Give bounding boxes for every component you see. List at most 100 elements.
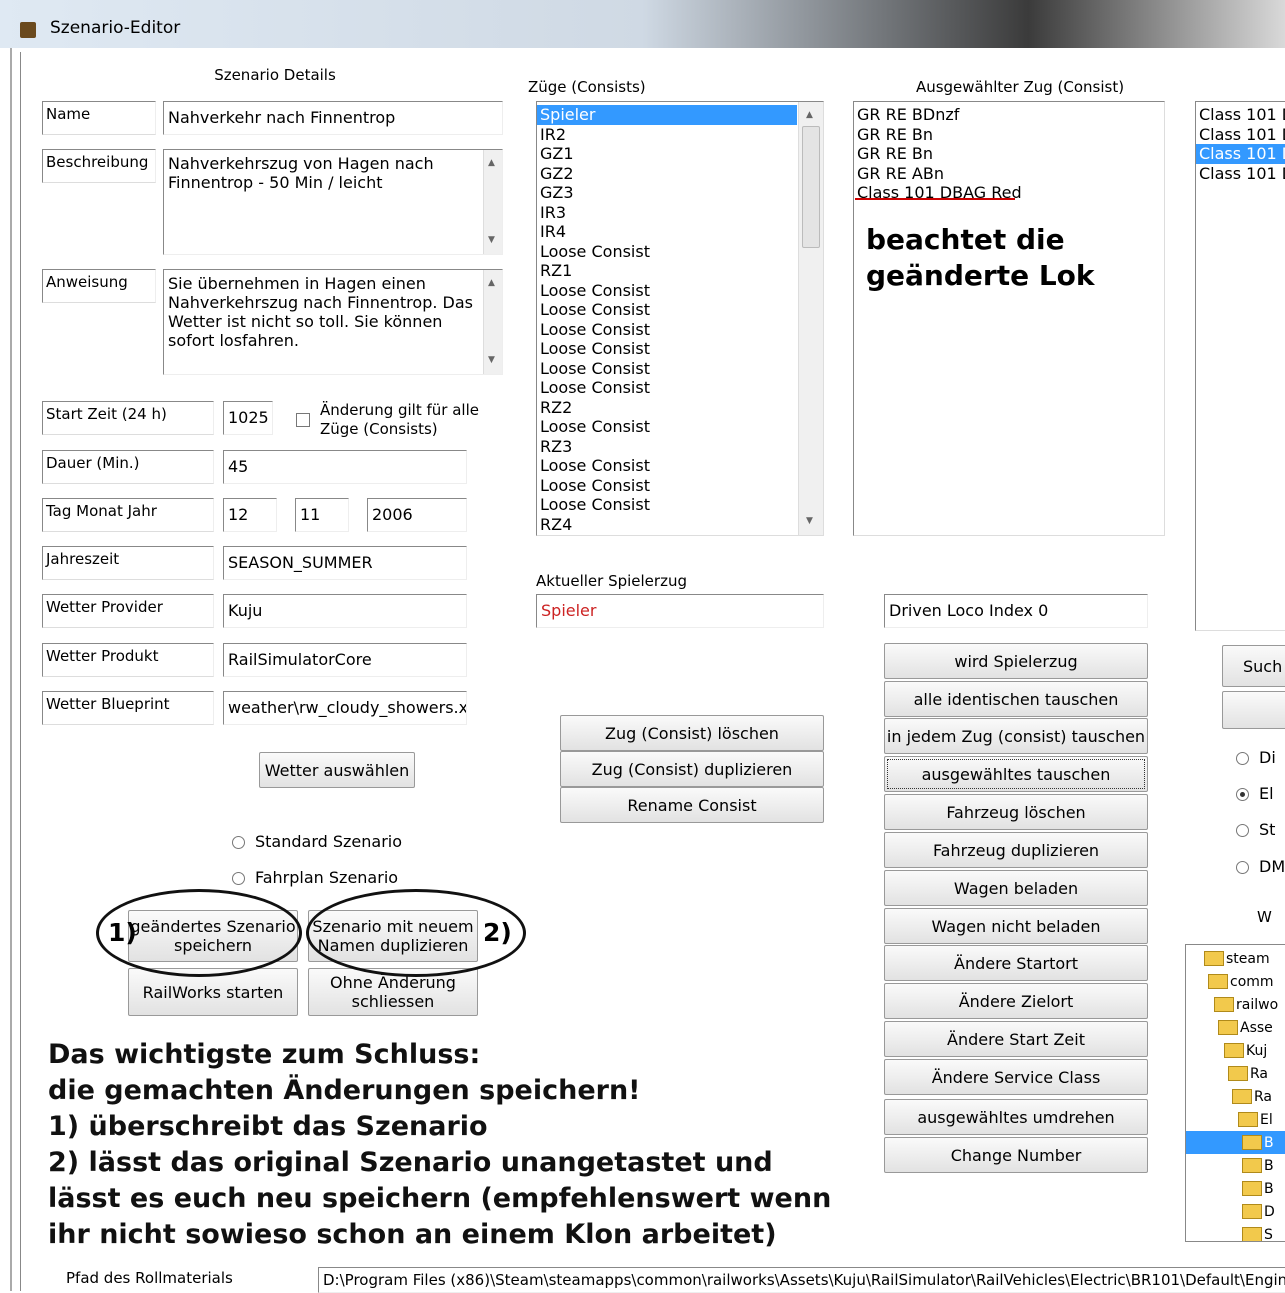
- scroll-down-icon[interactable]: ▼: [488, 351, 495, 370]
- consist-item[interactable]: GZ1: [537, 144, 797, 164]
- tree-node[interactable]: Kuj: [1186, 1039, 1285, 1062]
- radio-icon[interactable]: [1236, 752, 1249, 765]
- day-input[interactable]: 12: [223, 498, 277, 532]
- consist-item[interactable]: Loose Consist: [537, 378, 797, 398]
- description-scrollbar[interactable]: ▲ ▼: [483, 150, 502, 254]
- standard-scenario-radio[interactable]: Standard Szenario: [232, 832, 402, 851]
- vehicle-action-button[interactable]: wird Spielerzug: [884, 643, 1148, 679]
- vehicle-action-button[interactable]: Ändere Start Zeit: [884, 1021, 1148, 1057]
- start-time-input[interactable]: 1025: [223, 401, 273, 435]
- search-button[interactable]: Such: [1222, 645, 1285, 687]
- scroll-down-icon[interactable]: ▼: [806, 512, 813, 532]
- vehicle-action-button[interactable]: Ändere Service Class: [884, 1059, 1148, 1095]
- description-textarea[interactable]: Nahverkehrszug von Hagen nach Finnentrop…: [163, 149, 503, 255]
- asset-item[interactable]: Class 101 D: [1196, 144, 1285, 164]
- rename-consist-button[interactable]: Rename Consist: [560, 787, 824, 823]
- rolling-stock-path-input[interactable]: D:\Program Files (x86)\Steam\steamapps\c…: [318, 1267, 1285, 1293]
- tree-node[interactable]: B: [1186, 1154, 1285, 1177]
- consists-list[interactable]: Spieler IR2 GZ1 GZ2 GZ3 IR3 IR4 Loose Consist RZ…: [536, 101, 824, 536]
- consist-item[interactable]: RZ4: [537, 515, 797, 535]
- duration-input[interactable]: 45: [223, 450, 467, 484]
- vehicle-action-button[interactable]: ausgewähltes tauschen: [884, 756, 1148, 792]
- radio-icon[interactable]: [1236, 788, 1249, 801]
- vehicle-action-button[interactable]: Wagen beladen: [884, 870, 1148, 906]
- radio-icon[interactable]: [1236, 824, 1249, 837]
- consist-item[interactable]: Loose Consist: [537, 417, 797, 437]
- vehicle-action-button[interactable]: Ändere Startort: [884, 945, 1148, 981]
- vehicle-type-radio[interactable]: DM: [1236, 857, 1285, 876]
- radio-icon[interactable]: [1236, 861, 1249, 874]
- year-input[interactable]: 2006: [367, 498, 467, 532]
- tree-node[interactable]: D: [1186, 1200, 1285, 1223]
- vehicle-type-radio[interactable]: St: [1236, 820, 1275, 839]
- vehicle-action-button[interactable]: Wagen nicht beladen: [884, 908, 1148, 944]
- tree-node[interactable]: S: [1186, 1223, 1285, 1241]
- instruction-textarea[interactable]: Sie übernehmen in Hagen einen Nahverkehr…: [163, 269, 503, 375]
- consist-item[interactable]: GZ2: [537, 164, 797, 184]
- tree-node[interactable]: B: [1186, 1177, 1285, 1200]
- weather-provider-input[interactable]: Kuju: [223, 594, 467, 628]
- consist-item[interactable]: Loose Consist: [537, 476, 797, 496]
- scroll-down-icon[interactable]: ▼: [488, 231, 495, 250]
- vehicle-action-button[interactable]: Change Number: [884, 1137, 1148, 1173]
- tree-node[interactable]: steam: [1186, 947, 1285, 970]
- duplicate-consist-button[interactable]: Zug (Consist) duplizieren: [560, 751, 824, 787]
- vehicle-action-button[interactable]: in jedem Zug (consist) tauschen: [884, 718, 1148, 754]
- vehicle-item[interactable]: GR RE ABn: [854, 164, 1164, 184]
- season-input[interactable]: SEASON_SUMMER: [223, 546, 467, 580]
- vehicle-action-button[interactable]: Ändere Zielort: [884, 983, 1148, 1019]
- consist-item[interactable]: IR2: [537, 125, 797, 145]
- consist-item[interactable]: Loose Consist: [537, 320, 797, 340]
- player-train-input[interactable]: Spieler: [536, 594, 824, 628]
- consist-item[interactable]: RZ3: [537, 437, 797, 457]
- tree-node[interactable]: Ra: [1186, 1085, 1285, 1108]
- consist-item[interactable]: Loose Consist: [537, 242, 797, 262]
- folder-tree[interactable]: steam comm railwo Asse Kuj Ra Ra El B B B D S: [1185, 944, 1285, 1242]
- scroll-up-icon[interactable]: ▲: [806, 106, 813, 126]
- scroll-up-icon[interactable]: ▲: [488, 154, 495, 173]
- delete-consist-button[interactable]: Zug (Consist) löschen: [560, 715, 824, 751]
- tree-node[interactable]: comm: [1186, 970, 1285, 993]
- all-consists-checkbox[interactable]: [296, 413, 310, 427]
- vehicle-action-button[interactable]: ausgewähltes umdrehen: [884, 1099, 1148, 1135]
- consist-item[interactable]: Loose Consist: [537, 281, 797, 301]
- vehicle-type-radio[interactable]: Di: [1236, 748, 1276, 767]
- asset-item[interactable]: Class 101 D: [1196, 105, 1285, 125]
- vehicle-item[interactable]: GR RE BDnzf: [854, 105, 1164, 125]
- vehicle-item[interactable]: GR RE Bn: [854, 144, 1164, 164]
- asset-item[interactable]: Class 101 D: [1196, 164, 1285, 184]
- consist-item[interactable]: RZ2: [537, 398, 797, 418]
- scroll-up-icon[interactable]: ▲: [488, 274, 495, 293]
- scrollbar-thumb[interactable]: [802, 126, 820, 248]
- consist-item[interactable]: RZ1: [537, 261, 797, 281]
- driven-loco-index-input[interactable]: Driven Loco Index 0: [884, 594, 1148, 628]
- radio-icon[interactable]: [232, 836, 245, 849]
- consist-item[interactable]: Loose Consist: [537, 495, 797, 515]
- tree-node[interactable]: B: [1186, 1131, 1285, 1154]
- name-input[interactable]: Nahverkehr nach Finnentrop: [163, 101, 503, 135]
- right-button[interactable]: [1222, 691, 1285, 729]
- tree-node[interactable]: Ra: [1186, 1062, 1285, 1085]
- vehicle-action-button[interactable]: alle identischen tauschen: [884, 681, 1148, 717]
- consist-item[interactable]: Loose Consist: [537, 456, 797, 476]
- consist-item[interactable]: Loose Consist: [537, 339, 797, 359]
- consist-item[interactable]: IR4: [537, 222, 797, 242]
- consist-item[interactable]: GZ3: [537, 183, 797, 203]
- instruction-scrollbar[interactable]: ▲ ▼: [483, 270, 502, 374]
- tree-node[interactable]: El: [1186, 1108, 1285, 1131]
- consists-scrollbar[interactable]: ▲ ▼: [798, 102, 823, 535]
- consist-item[interactable]: Loose Consist: [537, 359, 797, 379]
- timetable-scenario-radio[interactable]: Fahrplan Szenario: [232, 868, 398, 887]
- month-input[interactable]: 11: [295, 498, 349, 532]
- radio-icon[interactable]: [232, 872, 245, 885]
- consist-item[interactable]: Loose Consist: [537, 300, 797, 320]
- asset-list[interactable]: Class 101 D Class 101 D Class 101 D Class 1…: [1195, 101, 1285, 631]
- asset-item[interactable]: Class 101 D: [1196, 125, 1285, 145]
- tree-node[interactable]: railwo: [1186, 993, 1285, 1016]
- consist-item[interactable]: Spieler: [537, 105, 797, 125]
- consist-item[interactable]: IR3: [537, 203, 797, 223]
- selected-consist-list[interactable]: GR RE BDnzf GR RE Bn GR RE Bn GR RE ABn Clas…: [853, 101, 1165, 536]
- vehicle-item[interactable]: GR RE Bn: [854, 125, 1164, 145]
- vehicle-action-button[interactable]: Fahrzeug duplizieren: [884, 832, 1148, 868]
- vehicle-type-radio[interactable]: El: [1236, 784, 1274, 803]
